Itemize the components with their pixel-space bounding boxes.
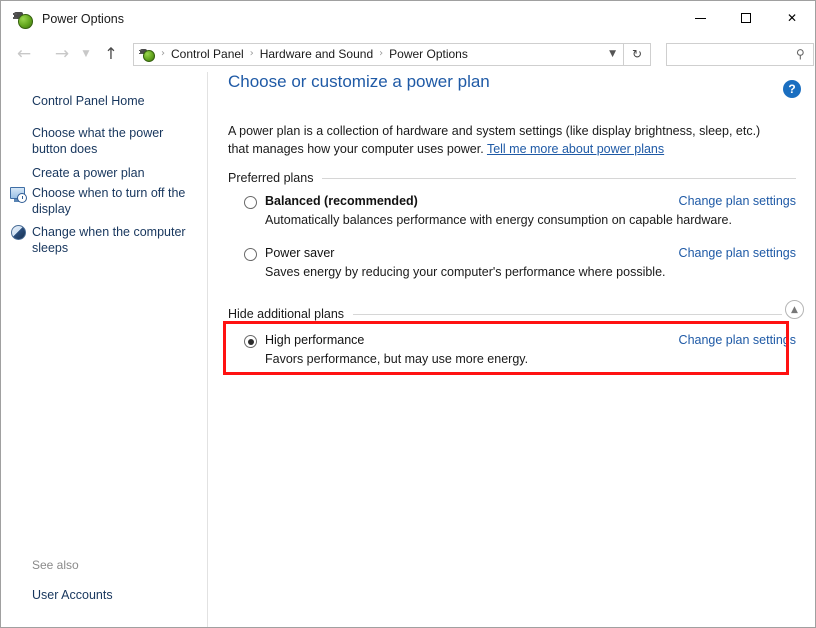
change-plan-settings-balanced[interactable]: Change plan settings [679, 194, 796, 208]
monitor-clock-icon [10, 186, 27, 203]
page-description: A power plan is a collection of hardware… [228, 122, 773, 158]
recent-locations-chevron-down-icon[interactable]: ▼ [77, 49, 95, 59]
window-title: Power Options [42, 11, 124, 26]
help-button[interactable]: ? [783, 80, 801, 98]
preferred-plans-section-header: Preferred plans [228, 171, 796, 185]
breadcrumb-separator: › [249, 48, 254, 59]
power-plug-icon [13, 9, 33, 29]
back-button[interactable]: ← [11, 45, 37, 63]
power-options-window: Power Options ✕ ← → ▼ ↑ › Control Panel … [0, 0, 816, 628]
minimize-button[interactable] [677, 1, 723, 35]
sidebar-item-create-power-plan[interactable]: Create a power plan [32, 165, 145, 181]
address-chevron-down-icon[interactable]: ▼ [609, 49, 616, 59]
plan-name-power-saver: Power saver [265, 246, 335, 260]
hide-additional-plans-label: Hide additional plans [228, 307, 345, 321]
plan-row-power-saver[interactable]: Power saver Saves energy by reducing you… [244, 246, 796, 279]
sidebar-item-user-accounts[interactable]: User Accounts [32, 588, 113, 602]
maximize-icon [741, 13, 751, 23]
see-also-label: See also [32, 558, 79, 572]
breadcrumb-item-control-panel[interactable]: Control Panel [171, 47, 244, 61]
up-button[interactable]: ↑ [98, 46, 124, 62]
search-input[interactable] [673, 46, 789, 62]
radio-balanced[interactable] [244, 196, 257, 209]
plan-description-balanced: Automatically balances performance with … [265, 213, 732, 227]
title-bar: Power Options ✕ [1, 1, 815, 36]
main-pane: ? Choose or customize a power plan A pow… [208, 72, 815, 627]
window-controls: ✕ [677, 1, 815, 35]
section-divider [322, 177, 796, 179]
content-area: Control Panel Home Choose what the power… [1, 72, 815, 627]
maximize-button[interactable] [723, 1, 769, 35]
close-icon: ✕ [786, 11, 798, 25]
forward-button[interactable]: → [49, 45, 75, 63]
radio-power-saver[interactable] [244, 248, 257, 261]
change-plan-settings-high-performance[interactable]: Change plan settings [679, 333, 796, 347]
minimize-icon [694, 17, 706, 19]
breadcrumb-separator: › [379, 48, 384, 59]
plan-description-power-saver: Saves energy by reducing your computer's… [265, 265, 666, 279]
search-box[interactable]: ⚲ [666, 42, 814, 66]
sidebar-item-choose-power-button[interactable]: Choose what the power button does [32, 125, 200, 157]
search-icon: ⚲ [796, 47, 805, 61]
navigation-bar: ← → ▼ ↑ › Control Panel › Hardware and S… [1, 36, 815, 72]
plan-name-high-performance: High performance [265, 333, 365, 347]
address-power-plug-icon [139, 46, 155, 62]
plan-row-high-performance[interactable]: High performance Favors performance, but… [244, 333, 796, 366]
address-bar[interactable]: › Control Panel › Hardware and Sound › P… [133, 42, 624, 66]
refresh-button[interactable]: ↻ [624, 42, 651, 66]
section-divider [353, 313, 782, 315]
close-button[interactable]: ✕ [769, 1, 815, 35]
sidebar-item-turn-off-display[interactable]: Choose when to turn off the display [32, 185, 192, 217]
preferred-plans-label: Preferred plans [228, 171, 314, 185]
sidebar-item-computer-sleeps[interactable]: Change when the computer sleeps [32, 224, 194, 256]
plan-description-high-performance: Favors performance, but may use more ene… [265, 352, 529, 366]
chevron-up-icon: ▲ [791, 304, 798, 315]
breadcrumb-item-power-options[interactable]: Power Options [389, 47, 468, 61]
collapse-additional-plans-button[interactable]: ▲ [785, 300, 804, 319]
sidebar-item-control-panel-home[interactable]: Control Panel Home [32, 93, 145, 109]
breadcrumb-item-hardware-and-sound[interactable]: Hardware and Sound [260, 47, 373, 61]
plan-name-balanced: Balanced (recommended) [265, 194, 418, 208]
additional-plans-section-header[interactable]: Hide additional plans [228, 307, 782, 321]
moon-icon [10, 224, 27, 241]
sidebar: Control Panel Home Choose what the power… [1, 72, 208, 627]
radio-high-performance[interactable] [244, 335, 257, 348]
change-plan-settings-power-saver[interactable]: Change plan settings [679, 246, 796, 260]
breadcrumb-separator: › [161, 48, 165, 59]
refresh-icon: ↻ [631, 47, 643, 61]
page-title: Choose or customize a power plan [228, 72, 490, 91]
plan-row-balanced[interactable]: Balanced (recommended) Automatically bal… [244, 194, 796, 227]
tell-me-more-link[interactable]: Tell me more about power plans [487, 142, 664, 156]
